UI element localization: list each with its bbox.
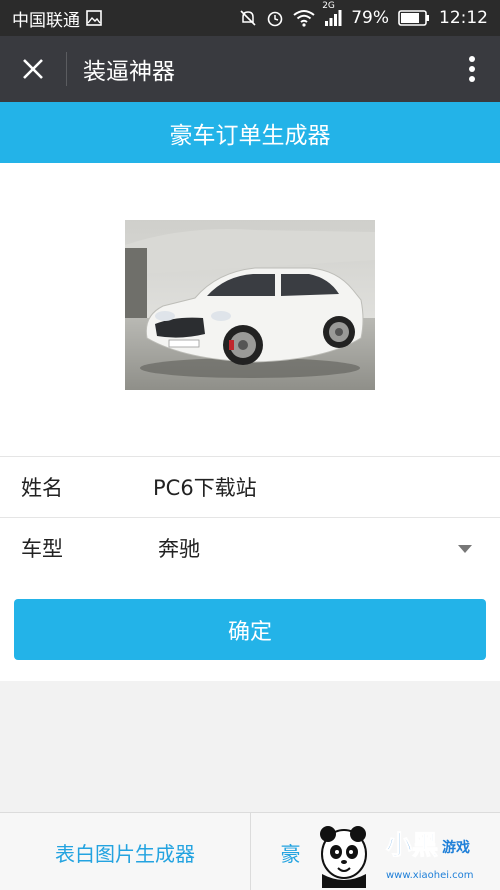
image-area — [0, 163, 500, 456]
bottom-tab-confession-image[interactable]: 表白图片生成器 — [0, 813, 250, 890]
carrier-name: 中国联通 — [12, 10, 80, 31]
battery-percent: 79% — [351, 8, 389, 28]
bottom-nav: 表白图片生成器 豪 — [0, 812, 500, 890]
bottom-tab-luxury-label: 豪 — [280, 841, 301, 866]
image-icon — [86, 10, 102, 26]
status-left: 中国联通 — [12, 6, 102, 31]
nav-bar: 装逼神器 — [0, 36, 500, 102]
name-input[interactable]: PC6下载站 — [153, 472, 257, 502]
close-icon — [23, 59, 43, 79]
battery-icon — [398, 10, 430, 26]
signal-icon: 2G — [322, 1, 342, 27]
button-area: 确定 — [0, 578, 500, 681]
page-title: 装逼神器 — [83, 59, 175, 85]
wifi-icon — [293, 9, 315, 27]
bottom-tab-luxury[interactable]: 豪 — [250, 813, 500, 890]
car-model-label: 车型 — [21, 537, 63, 561]
alarm-icon — [266, 9, 284, 27]
order-form: 姓名 PC6下载站 车型 奔驰 — [0, 456, 500, 579]
car-photo — [125, 220, 375, 390]
more-button[interactable] — [444, 36, 500, 102]
clock: 12:12 — [439, 8, 488, 28]
status-bar: 中国联通 2G 79% 12:12 — [0, 0, 500, 36]
car-model-select[interactable]: 奔驰 — [158, 533, 200, 563]
name-row[interactable]: 姓名 PC6下载站 — [0, 457, 500, 518]
generator-banner: 豪车订单生成器 — [0, 102, 500, 163]
network-type: 2G — [322, 1, 335, 11]
status-right: 2G 79% 12:12 — [239, 1, 488, 28]
confirm-button[interactable]: 确定 — [14, 599, 486, 660]
close-button[interactable] — [0, 36, 66, 102]
mute-icon — [239, 9, 257, 27]
more-vertical-icon — [469, 56, 475, 82]
nav-divider — [66, 52, 67, 86]
dropdown-arrow-icon[interactable] — [458, 545, 472, 553]
name-label: 姓名 — [21, 476, 63, 500]
car-model-row[interactable]: 车型 奔驰 — [0, 518, 500, 579]
